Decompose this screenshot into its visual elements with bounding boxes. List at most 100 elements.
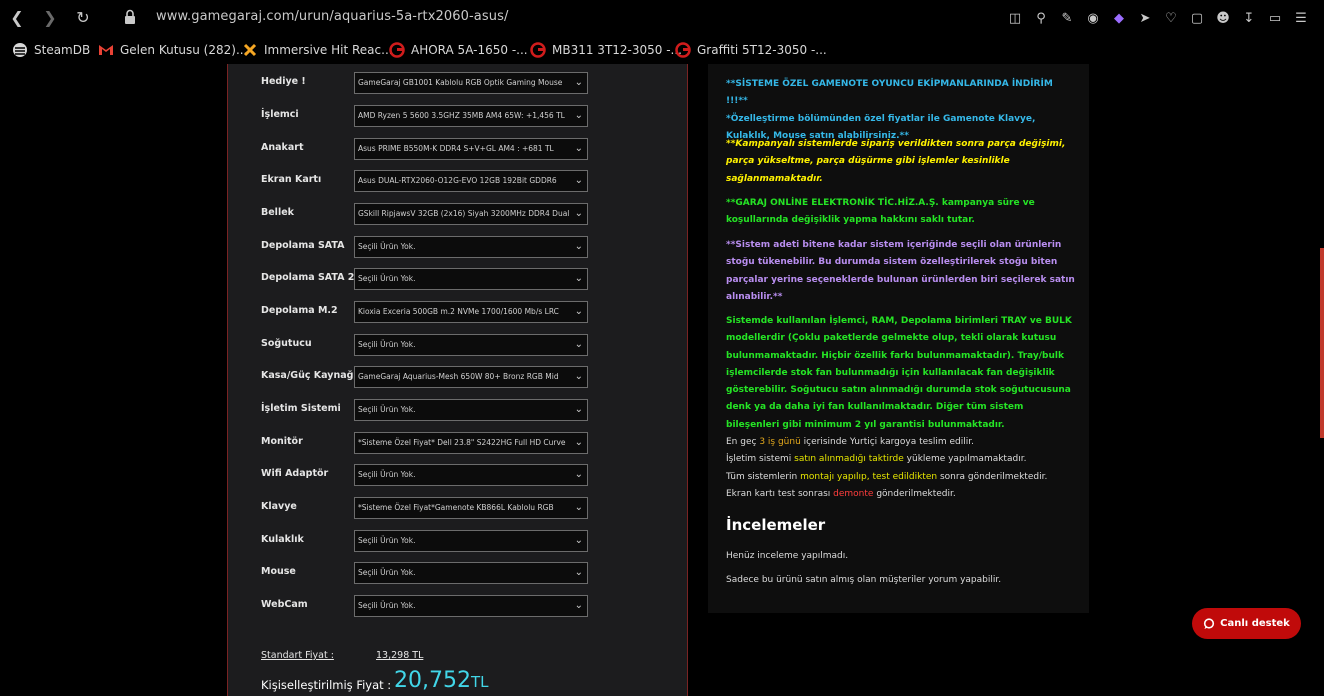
camera-icon[interactable]: ◉ (1080, 7, 1106, 29)
component-select[interactable]: GameGaraj Aquarius-Mesh 650W 80+ Bronz R… (354, 366, 588, 388)
chevron-down-icon: ⌄ (574, 404, 583, 415)
row-label: Anakart (261, 142, 304, 153)
select-value: *Sisteme Özel Fiyat* Dell 23.8" S2422HG … (358, 438, 566, 447)
heart-icon[interactable]: ♡ (1158, 7, 1184, 29)
component-select[interactable]: Seçili Ürün Yok. ⌄ (354, 562, 588, 584)
row-label: Kulaklık (261, 534, 304, 545)
row-label: WebCam (261, 599, 308, 610)
menu-icon[interactable]: ☰ (1288, 7, 1314, 29)
component-select[interactable]: *Sisteme Özel Fiyat* Dell 23.8" S2422HG … (354, 432, 588, 454)
custom-price-value: 20,752TL (394, 668, 489, 693)
chevron-down-icon: ⌄ (574, 535, 583, 546)
reader-icon[interactable]: ◫ (1002, 7, 1028, 29)
find-icon[interactable]: ⚲ (1028, 7, 1054, 29)
row-label: Bellek (261, 207, 294, 218)
select-value: GSkill RipjawsV 32GB (2x16) Siyah 3200MH… (358, 209, 570, 218)
highlight: 3 iş günü (759, 437, 801, 447)
page-content: Hediye ! GameGaraj GB1001 Kablolu RGB Op… (0, 64, 1324, 696)
chevron-down-icon: ⌄ (574, 339, 583, 350)
standard-price-label: Standart Fiyat : (261, 650, 334, 661)
bookmark-label: Gelen Kutusu (282)... (120, 43, 248, 57)
download-icon[interactable]: ↧ (1236, 7, 1262, 29)
back-icon[interactable]: ❮ (7, 8, 27, 28)
select-value: Seçili Ürün Yok. (358, 470, 416, 479)
no-reviews-text: Henüz inceleme yapılmadı. (726, 551, 849, 561)
price-amount: 20,752 (394, 668, 471, 693)
config-row-motherboard: Anakart Asus PRIME B550M-K DDR4 S+V+GL A… (261, 138, 591, 160)
chevron-down-icon: ⌄ (574, 241, 583, 252)
battery-icon[interactable]: ▭ (1262, 7, 1288, 29)
box-icon[interactable]: ▢ (1184, 7, 1210, 29)
component-select[interactable]: Seçili Ürün Yok. ⌄ (354, 464, 588, 486)
component-select[interactable]: GSkill RipjawsV 32GB (2x16) Siyah 3200MH… (354, 203, 588, 225)
config-row-wifi: Wifi Adaptör Seçili Ürün Yok. ⌄ (261, 464, 591, 486)
chevron-down-icon: ⌄ (574, 567, 583, 578)
component-select[interactable]: Asus DUAL-RTX2060-O12G-EVO 12GB 192Bit G… (354, 170, 588, 192)
select-value: GameGaraj GB1001 Kablolu RGB Optik Gamin… (358, 78, 563, 87)
profile-icon[interactable]: ☻ (1210, 7, 1236, 29)
bookmark-immersive[interactable]: Immersive Hit Reac... (242, 41, 393, 59)
component-select[interactable]: Seçili Ürün Yok. ⌄ (354, 530, 588, 552)
component-select[interactable]: Seçili Ürün Yok. ⌄ (354, 595, 588, 617)
row-label: Mouse (261, 566, 296, 577)
component-select[interactable]: Kioxia Exceria 500GB m.2 NVMe 1700/1600 … (354, 301, 588, 323)
bookmark-label: MB311 3T12-3050 -... (552, 43, 682, 57)
send-icon[interactable]: ➤ (1132, 7, 1158, 29)
component-select[interactable]: *Sisteme Özel Fiyat*Gamenote KB866L Kabl… (354, 497, 588, 519)
bookmark-label: Immersive Hit Reac... (264, 43, 393, 57)
bookmarks-bar: SteamDB Gelen Kutusu (282)... Immersive … (0, 36, 1324, 64)
highlight: demonte (833, 489, 874, 499)
row-label: İşlemci (261, 109, 299, 120)
select-value: Seçili Ürün Yok. (358, 274, 416, 283)
component-select[interactable]: Seçili Ürün Yok. ⌄ (354, 236, 588, 258)
gamegaraj-icon (530, 42, 546, 58)
reload-icon[interactable]: ↻ (73, 8, 93, 28)
chevron-down-icon: ⌄ (574, 273, 583, 284)
config-row-monitor: Monitör *Sisteme Özel Fiyat* Dell 23.8" … (261, 432, 591, 454)
component-select[interactable]: AMD Ryzen 5 5600 3.5GHZ 35MB AM4 65W: +1… (354, 105, 588, 127)
bookmark-ahora[interactable]: AHORA 5A-1650 -... (389, 41, 528, 59)
scrollbar-thumb[interactable] (1320, 248, 1324, 438)
text: İşletim sistemi (726, 454, 795, 464)
reviews-title: İncelemeler (726, 516, 826, 534)
component-select[interactable]: Seçili Ürün Yok. ⌄ (354, 268, 588, 290)
row-label: Kasa/Güç Kaynağı (261, 370, 357, 381)
row-label: Depolama SATA (261, 240, 345, 251)
select-value: *Sisteme Özel Fiyat*Gamenote KB866L Kabl… (358, 503, 554, 512)
edit-icon[interactable]: ✎ (1054, 7, 1080, 29)
promo-title: **SİSTEME ÖZEL GAMENOTE OYUNCU EKİPMANLA… (726, 79, 1053, 107)
row-label: Wifi Adaptör (261, 468, 329, 479)
shield-icon[interactable]: ◆ (1106, 7, 1132, 29)
bookmark-label: Graffiti 5T12-3050 -... (697, 43, 827, 57)
bookmark-mb311[interactable]: MB311 3T12-3050 -... (530, 41, 682, 59)
config-row-gift: Hediye ! GameGaraj GB1001 Kablolu RGB Op… (261, 72, 591, 94)
row-label: Monitör (261, 436, 303, 447)
gamegaraj-icon (675, 42, 691, 58)
product-info-panel: **SİSTEME ÖZEL GAMENOTE OYUNCU EKİPMANLA… (708, 64, 1089, 613)
component-select[interactable]: GameGaraj GB1001 Kablolu RGB Optik Gamin… (354, 72, 588, 94)
chevron-down-icon: ⌄ (574, 77, 583, 88)
component-select[interactable]: Seçili Ürün Yok. ⌄ (354, 399, 588, 421)
bookmark-steamdb[interactable]: SteamDB (12, 41, 90, 59)
address-bar[interactable]: www.gamegaraj.com/urun/aquarius-5a-rtx20… (156, 9, 508, 24)
os-line: İşletim sistemi satın alınmadığı taktird… (726, 451, 1076, 468)
config-row-case-psu: Kasa/Güç Kaynağı GameGaraj Aquarius-Mesh… (261, 366, 591, 388)
text: Ekran kartı test sonrası (726, 489, 834, 499)
text: En geç (726, 437, 760, 447)
bookmark-graffiti[interactable]: Graffiti 5T12-3050 -... (675, 41, 827, 59)
component-select[interactable]: Asus PRIME B550M-K DDR4 S+V+GL AM4 : +68… (354, 138, 588, 160)
bookmark-gmail[interactable]: Gelen Kutusu (282)... (98, 41, 247, 59)
bookmark-label: SteamDB (34, 43, 91, 57)
shipping-line: En geç 3 iş günü içerisinde Yurtiçi karg… (726, 434, 1076, 451)
config-row-sata-2: Depolama SATA 2 Seçili Ürün Yok. ⌄ (261, 268, 591, 290)
forward-icon[interactable]: ❯ (40, 8, 60, 28)
steam-icon (13, 43, 27, 57)
config-row-headset: Kulaklık Seçili Ürün Yok. ⌄ (261, 530, 591, 552)
config-row-sata: Depolama SATA Seçili Ürün Yok. ⌄ (261, 236, 591, 258)
select-value: Asus DUAL-RTX2060-O12G-EVO 12GB 192Bit G… (358, 176, 557, 185)
component-select[interactable]: Seçili Ürün Yok. ⌄ (354, 334, 588, 356)
select-value: Seçili Ürün Yok. (358, 340, 416, 349)
highlight: montajı yapılıp, test edildikten (800, 472, 938, 482)
config-row-gpu: Ekran Kartı Asus DUAL-RTX2060-O12G-EVO 1… (261, 170, 591, 192)
live-support-button[interactable]: Canlı destek (1192, 608, 1301, 639)
